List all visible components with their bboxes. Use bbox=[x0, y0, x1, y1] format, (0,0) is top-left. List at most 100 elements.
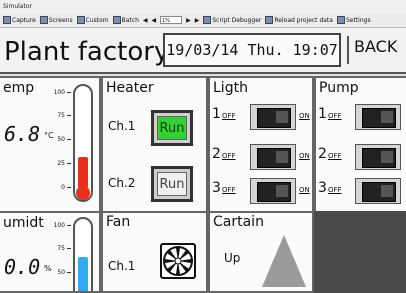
pump-switch-1[interactable] bbox=[355, 104, 401, 130]
light-panel: Ligth 1 OFF ON 2 OFF ON 3 OFF ON bbox=[208, 76, 314, 213]
humidity-tick-label: 75 bbox=[57, 245, 65, 252]
heater-title: Heater bbox=[106, 80, 154, 96]
screens-label: Screens bbox=[48, 16, 73, 24]
temp-tick-label: 75 bbox=[57, 112, 65, 119]
temperature-value: 6.8 bbox=[4, 122, 41, 146]
humidity-tick-label: 100 bbox=[53, 222, 65, 229]
heater-ch1-label: Ch.1 bbox=[108, 119, 136, 133]
heater-ch2-run-button[interactable]: Run bbox=[151, 166, 193, 202]
temperature-level-fill bbox=[78, 157, 88, 188]
heater-ch2-run-label: Run bbox=[157, 172, 187, 196]
light-switch-3[interactable] bbox=[250, 178, 296, 204]
switch-rocker bbox=[362, 148, 396, 168]
fan-ch1-label: Ch.1 bbox=[108, 259, 136, 273]
heater-ch1-run-button[interactable]: Run bbox=[151, 110, 193, 146]
header-bar: Plant factory 19/03/14 Thu. 19:07 BACK bbox=[0, 28, 406, 74]
temp-tick-label: 0 bbox=[61, 184, 65, 191]
temp-tick-label: 50 bbox=[57, 136, 65, 143]
custom-icon bbox=[76, 16, 85, 24]
temp-tick bbox=[67, 92, 71, 93]
pump-switch-2[interactable] bbox=[355, 144, 401, 170]
humidity-level-fill bbox=[78, 257, 88, 291]
hmi-screen: Plant factory 19/03/14 Thu. 19:07 BACK e… bbox=[0, 28, 406, 293]
temp-tick bbox=[67, 163, 71, 164]
simulator-toolbar: Capture Screens Custom Batch ◀ ◀ 1% ▶ ▶ … bbox=[0, 13, 406, 28]
light-switch-1-off-label: OFF bbox=[222, 112, 236, 120]
window-title: Simulator bbox=[3, 3, 32, 10]
humidity-tick bbox=[67, 248, 71, 249]
heater-ch1-run-label: Run bbox=[157, 116, 187, 140]
temperature-title: emp bbox=[3, 80, 35, 96]
batch-button[interactable]: Batch bbox=[112, 16, 139, 24]
reload-project-button[interactable]: Reload project data bbox=[265, 16, 333, 24]
heater-ch2-label: Ch.2 bbox=[108, 176, 136, 190]
batch-icon bbox=[112, 16, 121, 24]
humidity-value: 0.0 bbox=[4, 255, 41, 279]
temp-tick-label: 25 bbox=[57, 160, 65, 167]
back-button[interactable]: BACK bbox=[354, 37, 397, 56]
header-divider bbox=[347, 36, 349, 64]
batch-label: Batch bbox=[121, 16, 139, 24]
temperature-bulb bbox=[76, 186, 90, 200]
reload-label: Reload project data bbox=[274, 16, 333, 24]
settings-label: Settings bbox=[345, 16, 371, 24]
settings-button[interactable]: Settings bbox=[336, 16, 371, 24]
pump-switch-3-number: 3 bbox=[318, 180, 327, 196]
window-title-bar: Simulator bbox=[0, 0, 406, 13]
fan-icon bbox=[163, 246, 193, 276]
humidity-gauge bbox=[73, 217, 93, 291]
temp-tick bbox=[67, 139, 71, 140]
first-page-icon[interactable]: ◀ bbox=[143, 17, 148, 24]
script-debugger-button[interactable]: Script Debugger bbox=[203, 16, 261, 24]
light-switch-3-off-label: OFF bbox=[222, 186, 236, 194]
pump-switch-3[interactable] bbox=[355, 178, 401, 204]
light-switch-2[interactable] bbox=[250, 144, 296, 170]
curtain-up-label: Up bbox=[224, 251, 241, 265]
curtain-up-arrow-icon[interactable] bbox=[262, 235, 306, 287]
light-switch-2-number: 2 bbox=[212, 146, 221, 162]
capture-label: Capture bbox=[12, 16, 36, 24]
humidity-panel: umidt 0.0 % 100 75 50 bbox=[0, 211, 101, 293]
temp-tick bbox=[67, 115, 71, 116]
temperature-panel: emp 6.8 °C 100 75 50 25 0 bbox=[0, 76, 101, 213]
switch-rocker bbox=[362, 182, 396, 202]
light-switch-2-off-label: OFF bbox=[222, 152, 236, 160]
pump-switch-1-off-label: OFF bbox=[328, 112, 342, 120]
light-title: Ligth bbox=[213, 80, 248, 96]
light-switch-3-number: 3 bbox=[212, 180, 221, 196]
last-page-icon[interactable]: ▶ bbox=[195, 17, 200, 24]
settings-icon bbox=[336, 16, 345, 24]
light-switch-1[interactable] bbox=[250, 104, 296, 130]
curtain-title: Cartain bbox=[213, 214, 264, 230]
capture-button[interactable]: Capture bbox=[3, 16, 36, 24]
switch-rocker bbox=[257, 182, 291, 202]
custom-label: Custom bbox=[85, 16, 109, 24]
clock-display: 19/03/14 Thu. 19:07 bbox=[163, 33, 341, 67]
debugger-icon bbox=[203, 16, 212, 24]
pump-switch-2-off-label: OFF bbox=[328, 152, 342, 160]
clock-date: 19/03/14 bbox=[166, 41, 239, 59]
light-switch-1-on-label: ON bbox=[299, 112, 310, 120]
light-switch-1-number: 1 bbox=[212, 106, 221, 122]
humidity-tick bbox=[67, 272, 71, 273]
zoom-input[interactable]: 1% bbox=[160, 16, 183, 24]
temperature-thermometer bbox=[73, 84, 93, 202]
light-switch-3-on-label: ON bbox=[299, 186, 310, 194]
screens-icon bbox=[39, 16, 48, 24]
humidity-tick bbox=[67, 225, 71, 226]
switch-rocker bbox=[257, 148, 291, 168]
prev-page-icon[interactable]: ◀ bbox=[152, 17, 157, 24]
clock-day: Thu. bbox=[247, 41, 284, 59]
pump-switch-3-off-label: OFF bbox=[328, 186, 342, 194]
switch-rocker bbox=[257, 108, 291, 128]
temp-tick-label: 100 bbox=[53, 89, 65, 96]
humidity-tick-label: 50 bbox=[57, 269, 65, 276]
pump-panel: Pump 1 OFF 2 OFF 3 OFF bbox=[314, 76, 406, 213]
page-title: Plant factory bbox=[4, 37, 170, 67]
empty-panel bbox=[314, 211, 406, 293]
screens-button[interactable]: Screens bbox=[39, 16, 73, 24]
custom-button[interactable]: Custom bbox=[76, 16, 109, 24]
fan-toggle-button[interactable] bbox=[160, 243, 196, 279]
fan-panel: Fan Ch.1 bbox=[101, 211, 208, 293]
next-page-icon[interactable]: ▶ bbox=[186, 17, 191, 24]
